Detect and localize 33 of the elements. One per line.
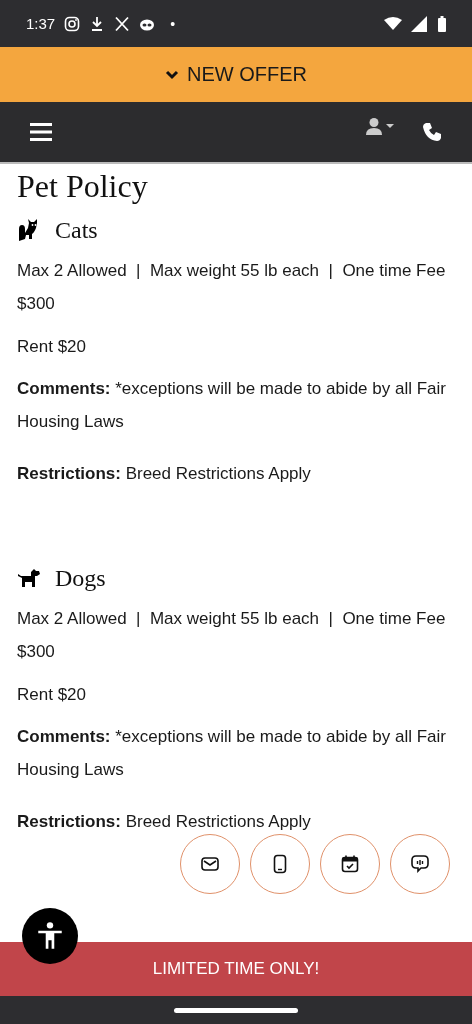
battery-icon — [438, 15, 446, 32]
calendar-button[interactable] — [320, 834, 380, 894]
pet-limits-text: Max 2 Allowed | Max weight 55 lb each | One time Fee $300 — [17, 260, 447, 315]
accessibility-button[interactable] — [22, 908, 78, 964]
chat-button[interactable] — [390, 834, 450, 894]
chat-bubble-icon — [410, 854, 430, 874]
wifi-icon — [384, 16, 402, 31]
email-button[interactable] — [180, 834, 240, 894]
chevron-down-icon — [165, 69, 179, 80]
home-handle[interactable] — [174, 1007, 298, 1013]
phone-icon[interactable] — [422, 122, 442, 142]
rent-text: Rent $20 — [17, 684, 87, 706]
restrictions-text: Restrictions: Breed Restrictions Apply — [17, 811, 312, 833]
x-icon — [114, 15, 131, 32]
status-time: 1:37 — [26, 15, 56, 32]
user-dropdown-icon[interactable] — [366, 118, 396, 136]
signal-icon — [411, 15, 427, 32]
comments-text: Comments: *exceptions will be made to abide by all Fair Housing Laws — [17, 726, 447, 781]
notification-dot: • — [170, 15, 176, 32]
rent-text: Rent $20 — [17, 336, 87, 358]
page-title: Pet Policy — [17, 167, 149, 206]
restrictions-text: Restrictions: Breed Restrictions Apply — [17, 463, 312, 485]
menu-icon[interactable] — [30, 123, 52, 141]
section-heading: Dogs — [55, 564, 106, 592]
new-offer-banner[interactable]: NEW OFFER — [0, 47, 472, 102]
comments-text: Comments: *exceptions will be made to abide by all Fair Housing Laws — [17, 378, 447, 433]
camera-icon — [64, 15, 81, 32]
dog-icon — [17, 567, 41, 589]
limited-time-banner[interactable]: LIMITED TIME ONLY! — [0, 942, 472, 996]
envelope-icon — [200, 854, 220, 874]
section-heading: Cats — [55, 216, 98, 244]
pet-limits-text: Max 2 Allowed | Max weight 55 lb each | One time Fee $300 — [17, 608, 447, 663]
calendar-check-icon — [340, 854, 360, 874]
